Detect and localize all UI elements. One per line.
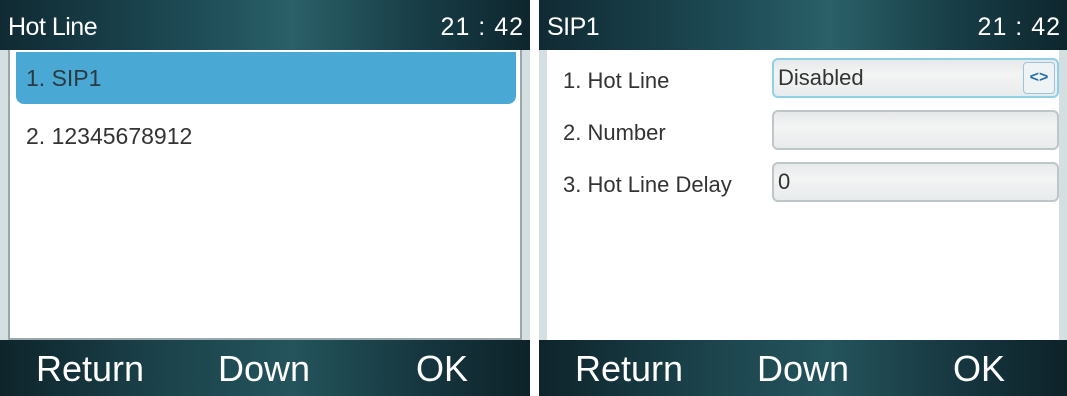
title-bar: Hot Line 21 : 42: [0, 0, 530, 50]
list-item-number[interactable]: 2. 12345678912: [16, 110, 516, 162]
hot-line-delay-label: 3. Hot Line Delay: [563, 172, 732, 197]
hot-line-screen: Hot Line 21 : 42 1. SIP1 2. 12345678912 …: [0, 0, 530, 396]
down-softkey[interactable]: Down: [218, 349, 310, 389]
screen-title: SIP1: [547, 13, 600, 41]
hot-line-delay-value: 0: [778, 169, 791, 194]
hot-line-row: 1. Hot Line Disabled <>: [547, 58, 1059, 102]
account-list: 1. SIP1 2. 12345678912: [8, 50, 522, 340]
number-label: 2. Number: [563, 120, 666, 145]
down-softkey[interactable]: Down: [757, 349, 849, 389]
softkey-bar: Return Down OK: [539, 340, 1067, 396]
return-softkey[interactable]: Return: [575, 349, 683, 389]
clock: 21 : 42: [977, 13, 1061, 41]
clock: 21 : 42: [440, 13, 524, 41]
sip1-hot-line-settings-screen: SIP1 21 : 42 1. Hot Line Disabled <> 2. …: [539, 0, 1067, 396]
list-item-sip1[interactable]: 1. SIP1: [16, 52, 516, 104]
softkey-bar: Return Down OK: [0, 340, 530, 396]
settings-form: 1. Hot Line Disabled <> 2. Number 3. Hot…: [547, 50, 1059, 340]
ok-softkey[interactable]: OK: [953, 349, 1005, 389]
left-right-arrows-icon[interactable]: <>: [1023, 62, 1055, 94]
ok-softkey[interactable]: OK: [416, 349, 468, 389]
list-item-label: 2. 12345678912: [26, 123, 193, 149]
hot-line-delay-input[interactable]: 0: [772, 162, 1059, 202]
return-softkey[interactable]: Return: [36, 349, 144, 389]
screen-title: Hot Line: [8, 13, 98, 41]
number-input[interactable]: [772, 110, 1059, 150]
hot-line-label: 1. Hot Line: [563, 68, 670, 93]
list-item-label: 1. SIP1: [26, 65, 102, 91]
hot-line-select[interactable]: Disabled <>: [772, 58, 1059, 98]
hot-line-delay-row: 3. Hot Line Delay 0: [547, 162, 1059, 206]
title-bar: SIP1 21 : 42: [539, 0, 1067, 50]
number-row: 2. Number: [547, 110, 1059, 154]
hot-line-value: Disabled: [778, 65, 864, 90]
